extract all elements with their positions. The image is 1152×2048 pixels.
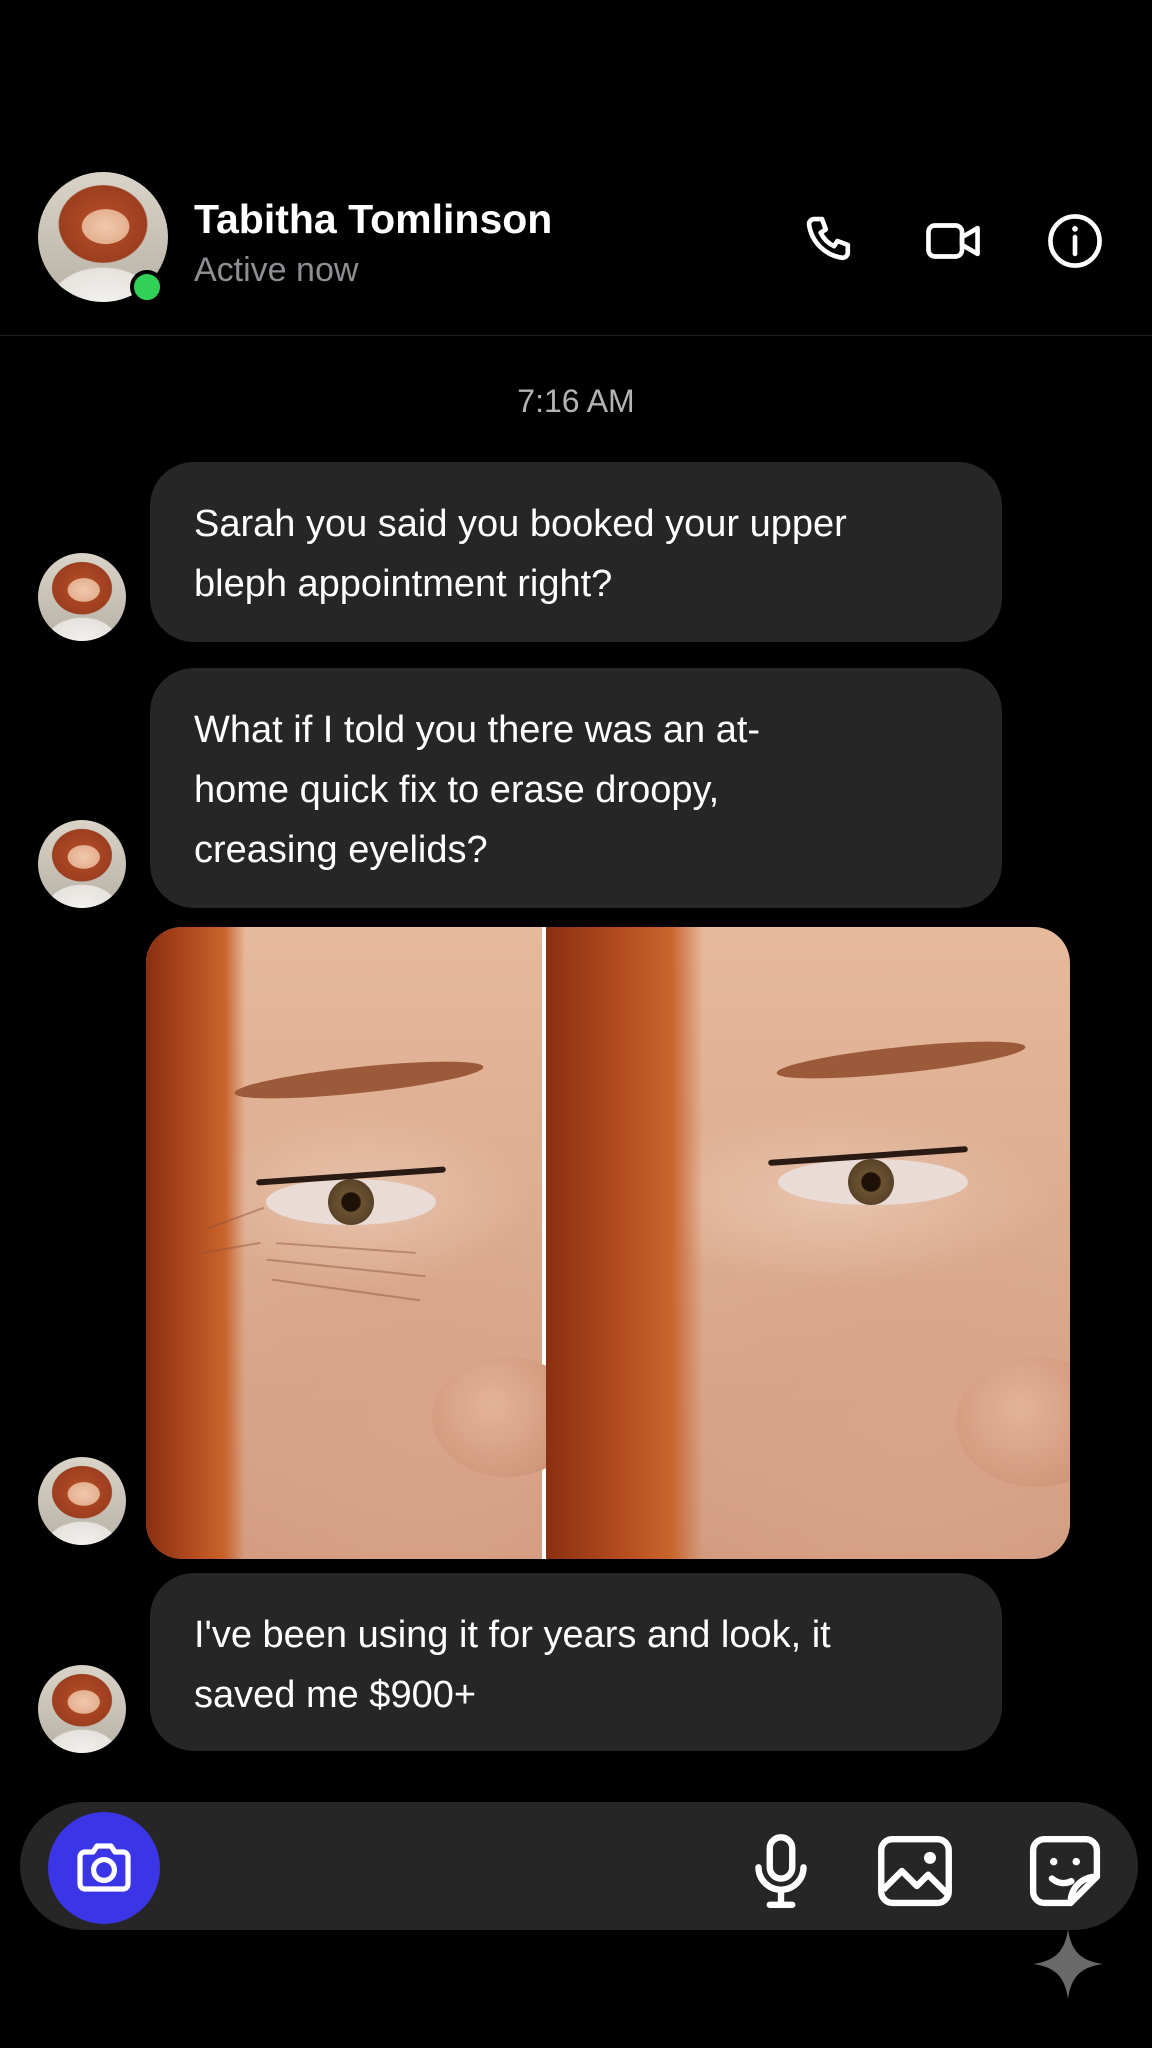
message-bubble[interactable]: I've been using it for years and look, i… [150,1573,1002,1751]
message-line: I've been using it for years and look, i… [194,1614,831,1656]
before-photo [146,927,582,1559]
info-icon[interactable] [1044,210,1106,272]
message-line: creasing eyelids? [194,829,488,871]
video-camera-icon[interactable] [922,210,984,272]
message-bubble[interactable]: Sarah you said you booked your upper ble… [150,462,1002,642]
camera-button[interactable] [48,1812,160,1924]
gallery-icon[interactable] [870,1826,960,1916]
contact-name[interactable]: Tabitha Tomlinson [194,196,552,243]
message-composer[interactable] [20,1802,1138,1930]
message-line: home quick fix to erase droopy, [194,769,720,811]
after-photo [546,927,1070,1559]
message-timestamp: 7:16 AM [517,383,635,419]
camera-icon [77,1843,131,1892]
microphone-icon[interactable] [736,1826,826,1916]
sticker-icon[interactable] [1020,1826,1110,1916]
message-bubble[interactable]: What if I told you there was an at- home… [150,668,1002,908]
message-line: bleph appointment right? [194,563,613,605]
active-status-text: Active now [194,251,359,289]
message-line: Sarah you said you booked your upper [194,503,847,545]
sparkle-icon [1030,1926,1106,2002]
message-line: saved me $900+ [194,1674,477,1716]
sender-avatar[interactable] [38,553,126,641]
sender-avatar[interactable] [38,1665,126,1753]
online-status-dot [130,270,164,304]
sender-avatar[interactable] [38,820,126,908]
chat-header: Tabitha Tomlinson Active now [0,0,1152,336]
phone-icon[interactable] [800,210,862,272]
sender-avatar[interactable] [38,1457,126,1545]
message-line: What if I told you there was an at- [194,709,761,751]
before-after-photo[interactable] [146,927,1070,1559]
